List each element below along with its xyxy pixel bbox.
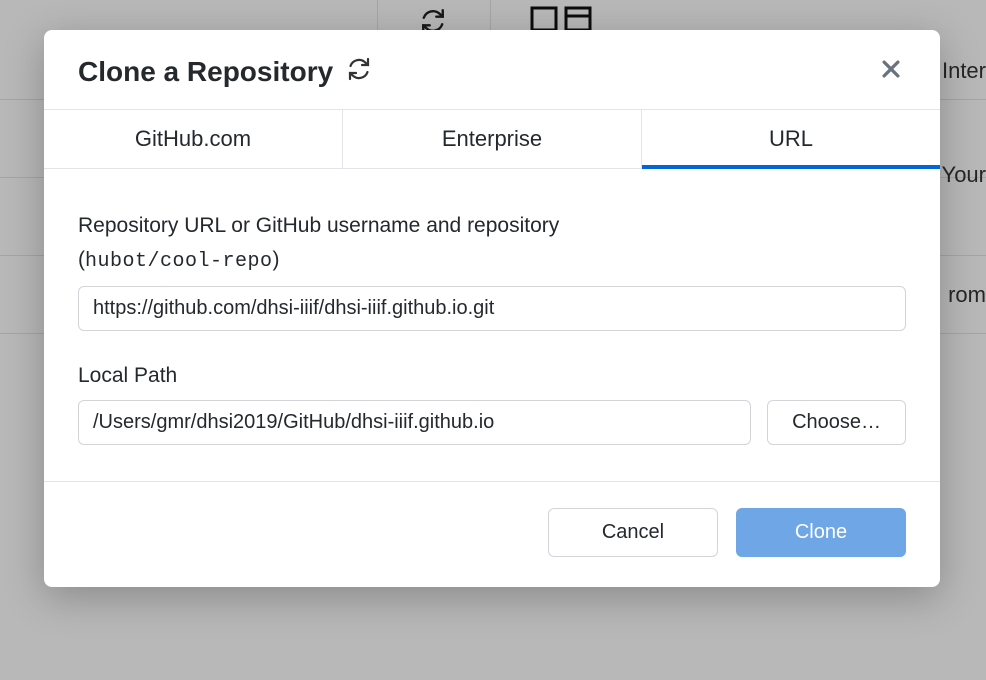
url-label-text: Repository URL or GitHub username and re… [78, 214, 559, 237]
close-button[interactable] [876, 54, 906, 89]
clone-button[interactable]: Clone [736, 508, 906, 557]
tab-github-com[interactable]: GitHub.com [44, 110, 343, 168]
path-field-label: Local Path [78, 359, 906, 393]
dialog-body: Repository URL or GitHub username and re… [44, 169, 940, 481]
dialog-header: Clone a Repository [44, 30, 940, 109]
choose-path-button[interactable]: Choose… [767, 400, 906, 445]
url-hint-code: hubot/cool-repo [85, 250, 273, 273]
dialog-footer: Cancel Clone [44, 481, 940, 587]
url-hint-close: ) [273, 248, 280, 271]
local-path-input[interactable] [78, 400, 751, 445]
tab-url[interactable]: URL [642, 110, 940, 168]
path-field-group: Local Path Choose… [78, 359, 906, 446]
source-tabs: GitHub.com Enterprise URL [44, 109, 940, 169]
cancel-button[interactable]: Cancel [548, 508, 718, 557]
tab-enterprise[interactable]: Enterprise [343, 110, 642, 168]
dialog-title-wrap: Clone a Repository [78, 56, 371, 88]
url-hint-open: ( [78, 248, 85, 271]
url-field-group: Repository URL or GitHub username and re… [78, 209, 906, 331]
url-field-label: Repository URL or GitHub username and re… [78, 209, 906, 278]
repository-url-input[interactable] [78, 286, 906, 331]
path-row: Choose… [78, 400, 906, 445]
clone-repository-dialog: Clone a Repository GitHub.com Enterprise… [44, 30, 940, 587]
dialog-title: Clone a Repository [78, 56, 333, 88]
sync-icon [347, 57, 371, 86]
